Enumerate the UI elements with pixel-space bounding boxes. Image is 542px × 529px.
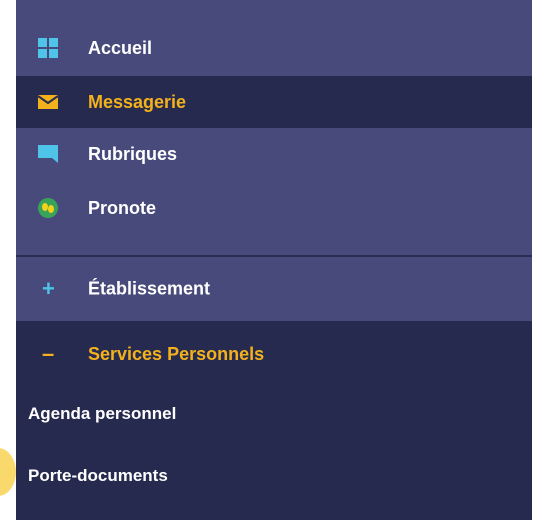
chat-bubble-icon	[38, 144, 58, 164]
subitem-porte-documents[interactable]: Porte-documents	[28, 466, 168, 486]
menu-item-accueil[interactable]: Accueil	[16, 22, 532, 74]
menu-item-label: Rubriques	[88, 143, 178, 164]
section-etablissement[interactable]: + Établissement	[16, 257, 532, 321]
section-services-personnels[interactable]: – Services Personnels	[16, 328, 532, 380]
menu-item-rubriques[interactable]: Rubriques	[16, 128, 532, 180]
expand-plus-icon: +	[42, 276, 55, 301]
butterfly-icon	[38, 198, 58, 218]
grid-icon	[38, 38, 58, 58]
section-label: Établissement	[88, 278, 211, 299]
menu-item-messagerie[interactable]: Messagerie	[16, 76, 532, 128]
subitem-agenda-personnel[interactable]: Agenda personnel	[28, 404, 176, 424]
menu-item-pronote[interactable]: Pronote	[16, 182, 532, 234]
collapse-minus-icon: –	[42, 341, 55, 366]
menu-item-label: Messagerie	[88, 91, 187, 112]
envelope-icon	[38, 92, 58, 112]
cursor-highlight	[0, 448, 16, 496]
side-menu: Accueil Messagerie Rubriques Pronote + É…	[16, 0, 532, 520]
menu-item-label: Pronote	[88, 197, 157, 218]
menu-item-label: Accueil	[88, 37, 153, 58]
section-label: Services Personnels	[88, 343, 265, 364]
